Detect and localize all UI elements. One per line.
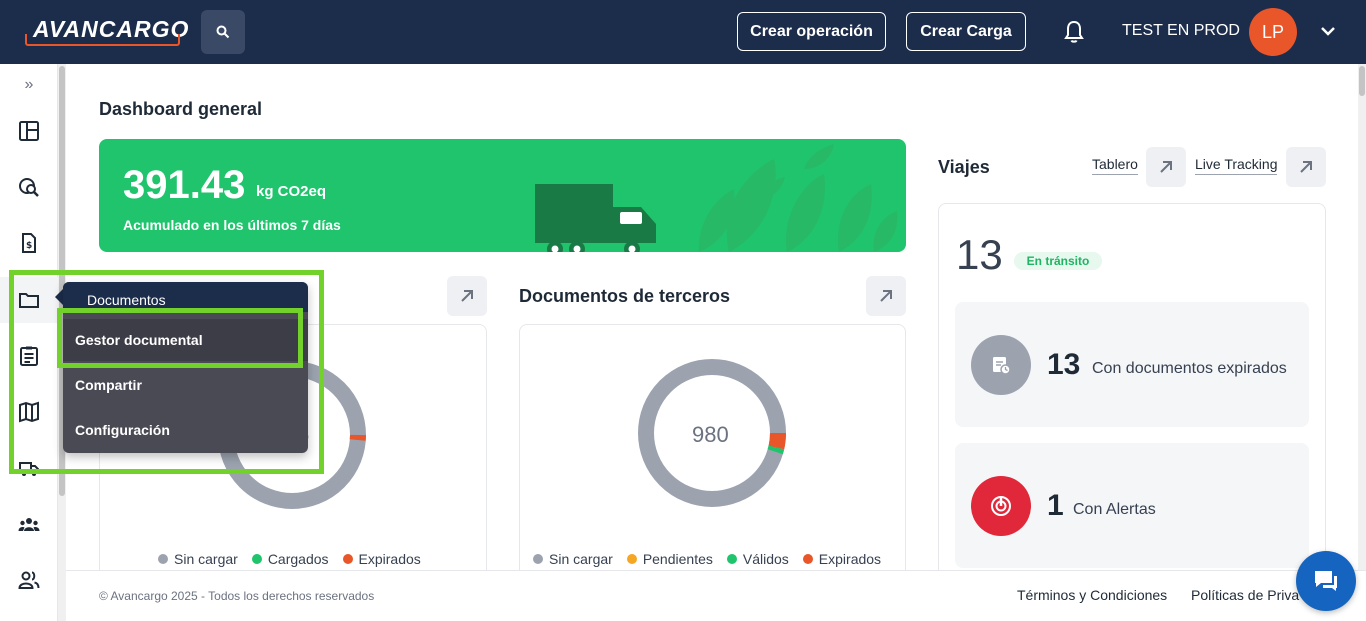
arrow-up-right-icon <box>1160 161 1172 173</box>
arrow-up-right-icon <box>461 290 473 302</box>
co2-value: 391.43 <box>123 163 246 207</box>
legend-dot <box>726 554 737 564</box>
create-operation-button[interactable]: Crear operación <box>737 12 886 51</box>
legend-dot <box>533 554 543 564</box>
main-scrollbar[interactable] <box>1358 64 1366 570</box>
documents-flyout-menu: Documentos Gestor documental Compartir C… <box>63 282 308 453</box>
in-transit-badge: En tránsito <box>1014 252 1102 270</box>
alert-icon <box>991 496 1011 516</box>
menu-item-configuration[interactable]: Configuración <box>63 409 308 451</box>
dashboard-icon <box>19 121 39 141</box>
truck-icon <box>19 462 39 476</box>
third-docs-title: Documentos de terceros <box>519 286 731 306</box>
expand-sidebar-button[interactable]: » <box>0 72 58 98</box>
copyright: © Avancargo 2025 - Todos los derechos re… <box>99 589 375 603</box>
sidebar-item-billing[interactable]: $ <box>0 220 58 266</box>
terms-link[interactable]: Términos y Condiciones <box>1017 587 1167 603</box>
alerts-count: 1 <box>1047 489 1064 522</box>
legend-label: Válidos <box>742 551 789 567</box>
search-location-icon <box>19 178 39 197</box>
third-docs-center-value: 980 <box>692 422 729 447</box>
docs-own-legend: Sin cargar Cargados Expirados <box>158 551 421 567</box>
chevron-down-icon[interactable] <box>1320 24 1336 38</box>
expired-docs-count: 13 <box>1047 348 1081 381</box>
create-load-button[interactable]: Crear Carga <box>906 12 1026 51</box>
arrow-up-right-icon <box>880 290 892 302</box>
avancargo-logo[interactable]: AVANCARGO <box>25 14 188 46</box>
legend-label: Pendientes <box>642 551 713 567</box>
expired-docs-label: Con documentos expirados <box>1092 360 1287 377</box>
legend-dot <box>251 554 262 564</box>
legend-dot <box>802 554 813 564</box>
co2-unit: kg CO2eq <box>256 183 327 200</box>
co2-subtitle: Acumulado en los últimos 7 días <box>123 217 341 233</box>
chat-button[interactable] <box>1296 551 1356 611</box>
legend-label: Sin cargar <box>174 551 238 567</box>
in-transit-count: 13 <box>956 231 1003 278</box>
sidebar-item-map[interactable] <box>0 389 58 435</box>
sidebar-item-fleet[interactable] <box>0 445 58 491</box>
alerts-icon-circle <box>971 476 1031 536</box>
privacy-link[interactable]: Políticas de Priva <box>1191 587 1299 603</box>
flyout-title: Documentos <box>87 292 166 308</box>
map-icon <box>19 401 39 423</box>
arrow-up-right-icon <box>1300 161 1312 173</box>
document-clock-icon <box>993 357 1011 375</box>
legend-dot <box>158 554 168 564</box>
tablero-open-button[interactable] <box>1146 147 1186 187</box>
truck-illustration <box>535 144 898 252</box>
sidebar-item-documents[interactable] <box>0 277 58 323</box>
third-docs-open-button[interactable] <box>866 276 906 316</box>
avatar[interactable]: LP <box>1249 8 1297 56</box>
legend-dot <box>342 554 353 564</box>
search-button[interactable] <box>201 10 245 54</box>
menu-item-document-manager[interactable]: Gestor documental <box>63 319 308 361</box>
sidebar-item-groups[interactable] <box>0 501 58 547</box>
sidebar-item-tracking[interactable] <box>0 164 58 210</box>
svg-text:$: $ <box>26 241 32 251</box>
docs-open-button[interactable] <box>447 276 487 316</box>
third-docs-legend: Sin cargar Pendientes Válidos Expirados <box>533 551 881 567</box>
users-icon <box>18 571 40 589</box>
bell-icon[interactable] <box>1063 20 1085 44</box>
legend-label: Expirados <box>358 551 421 567</box>
legend-label: Cargados <box>267 551 329 567</box>
live-tracking-link[interactable]: Live Tracking <box>1195 156 1278 175</box>
tablero-link[interactable]: Tablero <box>1092 156 1138 175</box>
legend-dot <box>626 554 637 564</box>
group-icon <box>18 518 40 531</box>
legend-label: Expirados <box>818 551 882 567</box>
chat-icon <box>1315 571 1337 591</box>
expired-docs-icon <box>971 335 1031 395</box>
invoice-icon: $ <box>22 233 36 253</box>
co2-card: 391.43 kg CO2eq Acumulado en los últimos… <box>99 139 906 252</box>
clipboard-icon <box>20 346 38 366</box>
sidebar-item-operations[interactable] <box>0 333 58 379</box>
page-title: Dashboard general <box>99 99 263 119</box>
viajes-title: Viajes <box>938 157 990 177</box>
expired-docs-box[interactable]: 13 Con documentos expirados <box>955 302 1309 427</box>
sidebar-item-users[interactable] <box>0 557 58 603</box>
live-tracking-open-button[interactable] <box>1286 147 1326 187</box>
alerts-label: Con Alertas <box>1073 501 1156 518</box>
alerts-box[interactable]: 1 Con Alertas <box>955 443 1309 568</box>
search-icon <box>216 25 230 39</box>
menu-item-share[interactable]: Compartir <box>63 364 308 406</box>
legend-label: Sin cargar <box>549 551 613 567</box>
sidebar-item-dashboard[interactable] <box>0 108 58 154</box>
folder-icon <box>19 293 39 308</box>
user-name[interactable]: TEST EN PROD <box>1122 22 1240 40</box>
